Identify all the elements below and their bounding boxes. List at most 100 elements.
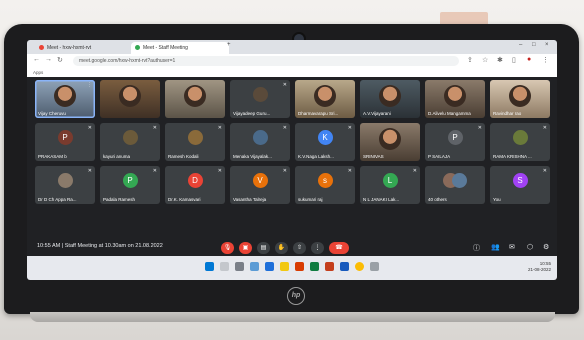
others-avatar-2: [452, 173, 467, 188]
participant-tile[interactable]: [165, 80, 225, 118]
tab-label: Meet - Staff Meeting: [143, 45, 188, 51]
participant-tile[interactable]: ✕ Menaka Vijayalak...: [230, 123, 290, 161]
excel-icon[interactable]: [310, 262, 319, 271]
participant-name: D.Alivelu Mangamma: [428, 111, 471, 116]
participant-name: Ramesh Kodali: [168, 154, 199, 159]
self-tile[interactable]: S ✕ You: [490, 166, 550, 204]
participant-name: Padala Ramesh: [103, 197, 136, 202]
participant-name: K.V.Naga Laksh...: [298, 154, 334, 159]
tab-favicon-icon: [39, 45, 44, 51]
more-options-button[interactable]: ⋮: [311, 242, 324, 254]
back-icon[interactable]: ←: [33, 56, 40, 63]
participant-tile[interactable]: L ✕ N L JANAKI Lak...: [360, 166, 420, 204]
meet-participant-grid: ⋮ Vijay Cheruvu ✕ Vijayadeep Guru... Dha…: [27, 77, 557, 255]
mic-muted-icon: ✕: [542, 168, 547, 174]
participant-tile[interactable]: ✕ Dr D Ch Appa Ra...: [35, 166, 95, 204]
sidebar-icon[interactable]: ▯: [512, 56, 516, 64]
participant-video: [119, 85, 141, 107]
menu-icon[interactable]: ⋮: [542, 56, 549, 64]
participant-name: kayuri anuma: [103, 154, 131, 159]
share-icon[interactable]: ⇪: [467, 56, 473, 64]
activities-icon[interactable]: ⬡: [527, 243, 533, 251]
participant-name: A.V.Vijayarani: [363, 111, 391, 116]
participant-tile[interactable]: P ✕ PRAKASAM b: [35, 123, 95, 161]
bookmark-apps-label[interactable]: Apps: [33, 70, 43, 75]
new-tab-icon[interactable]: +: [227, 42, 231, 48]
participant-tile[interactable]: P ✕ P SAILAJA: [425, 123, 485, 161]
address-bar[interactable]: meet.google.com/hxw-hxmt-rvt?authuser=1: [73, 56, 459, 66]
raise-hand-button[interactable]: ✋: [275, 242, 288, 254]
participant-tile[interactable]: [100, 80, 160, 118]
participant-avatar: V: [252, 173, 268, 188]
participant-tile[interactable]: D ✕ Dr.K. Kamasvari: [165, 166, 225, 204]
file-explorer-icon[interactable]: [280, 262, 289, 271]
participant-tile[interactable]: SRINIVAS: [360, 123, 420, 161]
mic-muted-icon: ✕: [412, 168, 417, 174]
close-icon[interactable]: ×: [545, 42, 549, 48]
participant-avatar: P: [447, 130, 463, 145]
captions-button[interactable]: ▤: [257, 242, 270, 254]
present-button[interactable]: ⇧: [293, 242, 306, 254]
participant-avatar: [252, 130, 268, 145]
participant-tile[interactable]: s ✕ sukumari raj: [295, 166, 355, 204]
info-icon[interactable]: ⓘ: [473, 243, 480, 253]
participant-tile[interactable]: ✕ Vijayadeep Guru...: [230, 80, 290, 118]
reload-icon[interactable]: ↻: [57, 56, 63, 64]
camera-toggle-button[interactable]: ▣: [239, 242, 252, 254]
participant-avatar: [187, 130, 203, 145]
participant-avatar: [252, 87, 268, 102]
browser-tab-1[interactable]: Meet - hxw-hxmt-rvt: [35, 42, 133, 54]
participant-name: Dharmavarapu Sri...: [298, 111, 339, 116]
office-icon[interactable]: [295, 262, 304, 271]
laptop-screen: Meet - hxw-hxmt-rvt Meet - Staff Meeting…: [27, 40, 557, 280]
participant-video: [314, 85, 336, 107]
people-icon[interactable]: 👥: [491, 243, 500, 251]
participant-avatar: P: [122, 173, 138, 188]
participant-video: [184, 85, 206, 107]
mic-muted-icon: ✕: [282, 125, 287, 131]
chat-icon[interactable]: ✉: [509, 243, 515, 251]
star-icon[interactable]: ☆: [482, 56, 488, 64]
chrome-icon[interactable]: [355, 262, 364, 271]
others-count: 40 others: [428, 197, 447, 202]
widgets-icon[interactable]: [250, 262, 259, 271]
maximize-icon[interactable]: □: [532, 42, 536, 48]
profile-avatar-icon[interactable]: ●: [527, 56, 531, 63]
taskbar-clock[interactable]: 10:55 21-08-2022: [528, 261, 551, 273]
mic-toggle-button[interactable]: 🎙: [221, 242, 234, 254]
mic-muted-icon: ✕: [347, 168, 352, 174]
participant-tile[interactable]: Dharmavarapu Sri...: [295, 80, 355, 118]
forward-icon[interactable]: →: [45, 56, 52, 63]
mic-muted-icon: ✕: [347, 125, 352, 131]
participant-tile[interactable]: ✕ kayuri anuma: [100, 123, 160, 161]
powerpoint-icon[interactable]: [325, 262, 334, 271]
participant-tile[interactable]: V ✕ Vasantha Talreja: [230, 166, 290, 204]
edge-icon[interactable]: [265, 262, 274, 271]
participant-tile[interactable]: A.V.Vijayarani: [360, 80, 420, 118]
host-controls-icon[interactable]: ⚙: [543, 243, 549, 251]
participant-name: Menaka Vijayalak...: [233, 154, 272, 159]
leave-call-button[interactable]: ☎: [329, 242, 349, 254]
meeting-time: 10:55 AM: [37, 243, 61, 249]
task-view-icon[interactable]: [235, 262, 244, 271]
participant-tile[interactable]: P ✕ Padala Ramesh: [100, 166, 160, 204]
start-icon[interactable]: [205, 262, 214, 271]
extensions-icon[interactable]: ✱: [497, 56, 503, 64]
participant-tile[interactable]: ✕ Ramesh Kodali: [165, 123, 225, 161]
others-tile[interactable]: 40 others: [425, 166, 485, 204]
participant-tile[interactable]: K ✕ K.V.Naga Laksh...: [295, 123, 355, 161]
search-icon[interactable]: [220, 262, 229, 271]
participant-video: [379, 128, 401, 150]
word-icon[interactable]: [340, 262, 349, 271]
participant-tile[interactable]: ✕ RAMA KRISHNA ...: [490, 123, 550, 161]
minimize-icon[interactable]: –: [519, 42, 522, 48]
participant-tile[interactable]: ⋮ Vijay Cheruvu: [35, 80, 95, 118]
mic-icon: ⋮: [87, 82, 92, 88]
participant-name: You: [493, 197, 501, 202]
app-icon[interactable]: [370, 262, 379, 271]
participant-tile[interactable]: D.Alivelu Mangamma: [425, 80, 485, 118]
browser-tab-2[interactable]: Meet - Staff Meeting: [131, 42, 229, 54]
participant-tile[interactable]: Ravindhar rao: [490, 80, 550, 118]
participant-avatar: L: [382, 173, 398, 188]
participant-avatar: K: [317, 130, 333, 145]
